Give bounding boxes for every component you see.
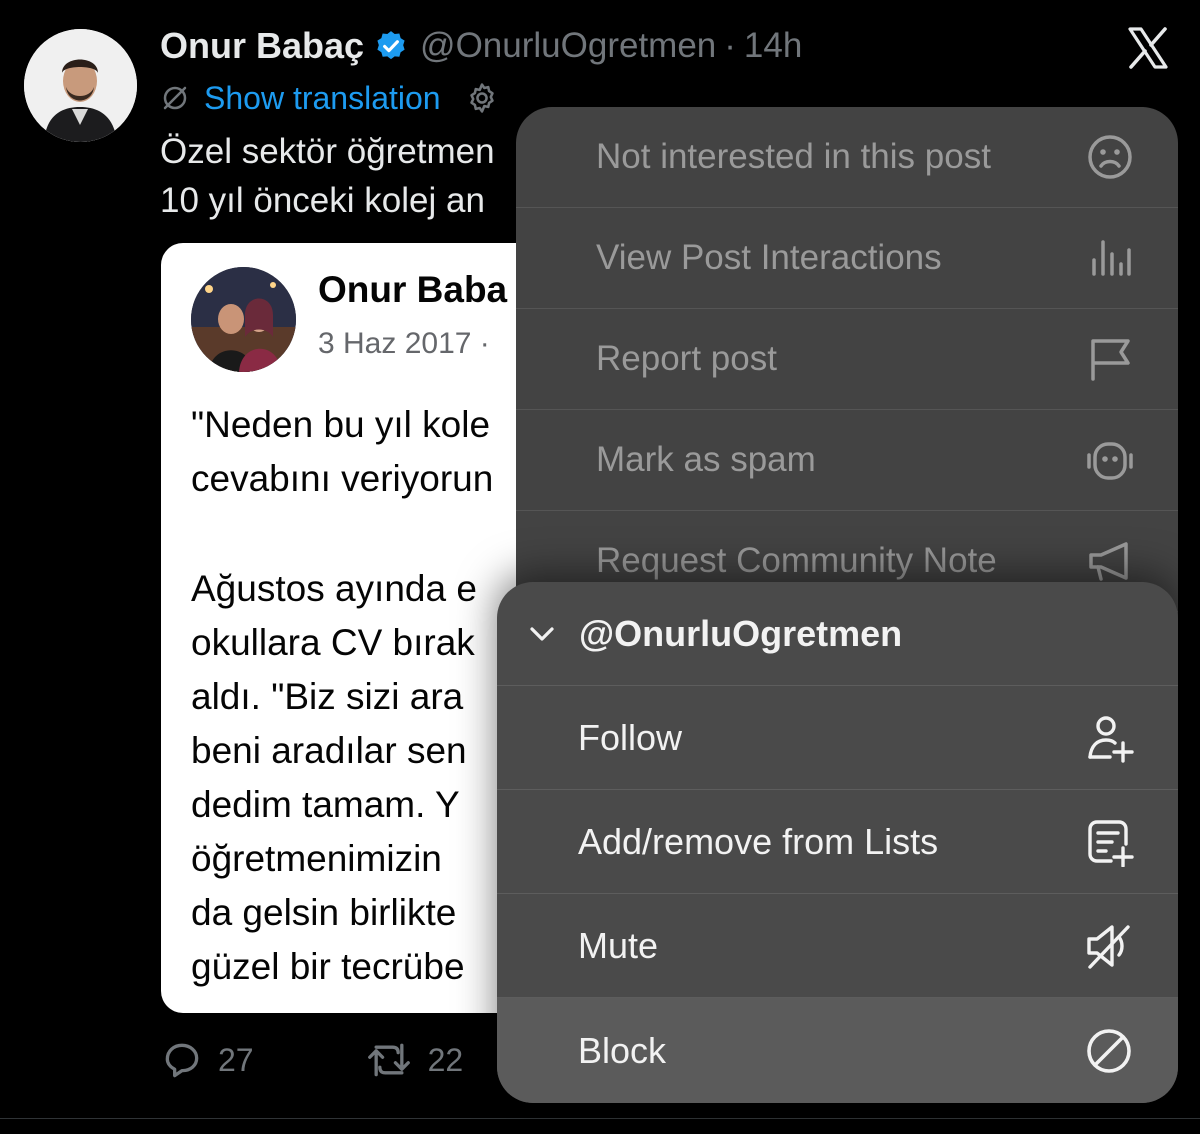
menu-item-label: Not interested in this post	[596, 137, 991, 176]
menu-item-label: Request Community Note	[596, 541, 997, 580]
menu-item-label: Block	[578, 1029, 667, 1071]
menu-item-follow[interactable]: Follow	[497, 686, 1178, 790]
embed-line: cevabını veriyorun	[191, 458, 494, 499]
repost-icon	[367, 1043, 410, 1077]
tweet-text-line: Özel sektör öğretmen	[160, 132, 495, 171]
embed-date: 3 Haz 2017 ·	[318, 327, 490, 360]
account-options-menu: @OnurluOgretmen Follow Add/remove from L…	[497, 582, 1178, 1103]
sad-face-icon	[1088, 135, 1132, 179]
repost-button[interactable]: 22	[364, 1038, 464, 1082]
reply-icon	[165, 1043, 199, 1078]
separator-dot: ·	[724, 26, 736, 65]
list-add-icon	[1088, 819, 1134, 867]
author-name[interactable]: Onur Babaç	[160, 25, 364, 67]
verified-badge-icon	[377, 31, 405, 60]
menu-item-mute[interactable]: Mute	[497, 894, 1178, 998]
menu-item-report[interactable]: Report post	[516, 309, 1178, 410]
menu-item-label: Mark as spam	[596, 440, 816, 479]
megaphone-icon	[1089, 542, 1128, 581]
translate-icon	[163, 86, 187, 110]
menu-item-label: Mute	[578, 924, 659, 966]
translation-row: Show translation	[160, 78, 499, 118]
tweet-text-line: 10 yıl önceki kolej an	[160, 181, 485, 220]
menu-item-lists[interactable]: Add/remove from Lists	[497, 790, 1178, 894]
post-options-menu: Not interested in this post View Post In…	[516, 107, 1178, 627]
chevron-down-icon	[530, 626, 554, 641]
menu-item-label: Add/remove from Lists	[578, 820, 939, 862]
tweet-text: Özel sektör öğretmen 10 yıl önceki kolej…	[160, 127, 540, 225]
flag-icon	[1091, 339, 1130, 381]
menu-item-label: Report post	[596, 339, 777, 378]
reply-button[interactable]: 27	[160, 1038, 254, 1082]
author-avatar[interactable]	[24, 29, 137, 142]
menu-item-label: View Post Interactions	[596, 238, 942, 277]
person-plus-icon	[1088, 715, 1134, 763]
account-handle: @OnurluOgretmen	[579, 612, 903, 654]
menu-item-block[interactable]: Block	[497, 998, 1178, 1103]
menu-item-mark-spam[interactable]: Mark as spam	[516, 410, 1178, 511]
menu-item-view-interactions[interactable]: View Post Interactions	[516, 208, 1178, 309]
author-handle[interactable]: @OnurluOgretmen	[420, 26, 716, 66]
menu-item-not-interested[interactable]: Not interested in this post	[516, 107, 1178, 208]
reply-count: 27	[218, 1041, 254, 1078]
embed-line	[191, 506, 561, 562]
account-submenu-header[interactable]: @OnurluOgretmen	[497, 582, 1178, 686]
author-row: Onur Babaç @OnurluOgretmen · 14h	[160, 24, 802, 68]
embed-author-name: Onur Baba	[318, 269, 508, 310]
embed-line: "Neden bu yıl kole	[191, 404, 491, 445]
post-time[interactable]: 14h	[744, 26, 802, 66]
gear-icon[interactable]	[465, 81, 499, 115]
menu-item-label: Follow	[578, 716, 683, 758]
embed-avatar	[191, 267, 296, 372]
block-icon	[1087, 1028, 1131, 1073]
repost-count: 22	[427, 1041, 464, 1078]
robot-icon	[1087, 442, 1133, 480]
show-translation-link[interactable]: Show translation	[204, 80, 441, 117]
bar-chart-icon	[1092, 240, 1131, 276]
x-logo-icon[interactable]	[1124, 24, 1172, 72]
mute-icon	[1087, 924, 1130, 969]
divider	[0, 1118, 1200, 1119]
